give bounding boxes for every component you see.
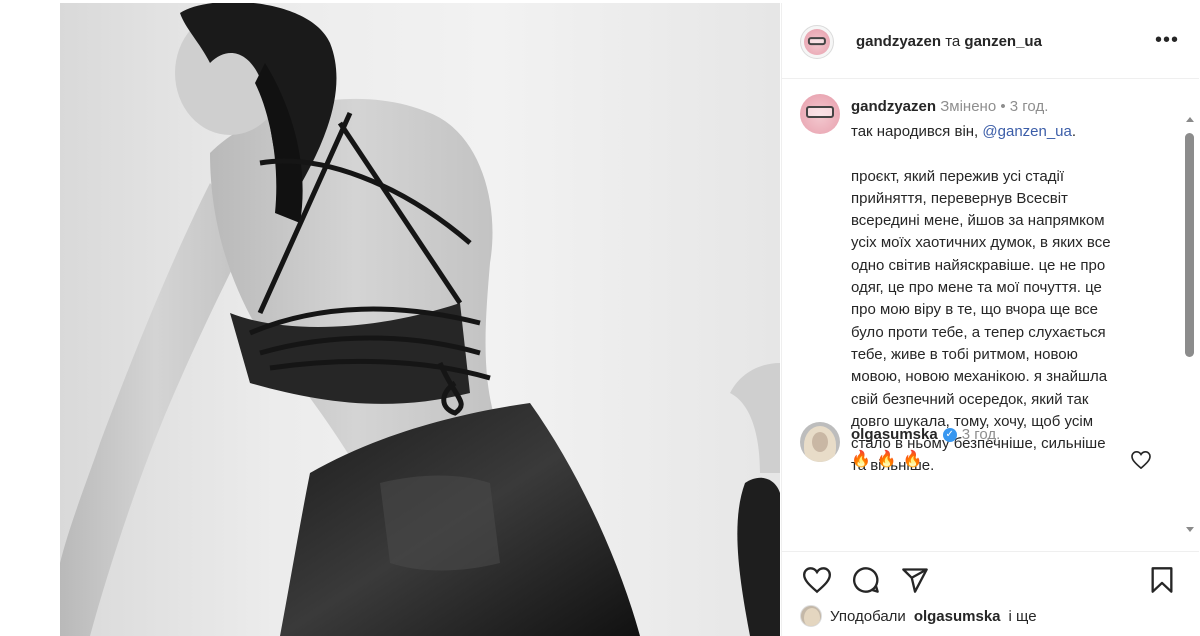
post-authors: gandzyazen та ganzen_ua <box>856 33 1042 50</box>
caption-username-link[interactable]: gandzyazen <box>851 98 936 115</box>
author-username-link[interactable]: gandzyazen <box>856 33 941 50</box>
collaborator-username-link[interactable]: ganzen_ua <box>964 33 1042 50</box>
post-header: gandzyazen та ganzen_ua ••• <box>782 3 1199 79</box>
share-paper-plane-icon[interactable] <box>901 566 929 594</box>
photo-illustration <box>60 3 780 636</box>
comment-like-heart-icon[interactable] <box>1131 450 1151 474</box>
author-avatar[interactable] <box>800 25 834 59</box>
liker-avatar <box>800 605 822 627</box>
more-horizontal-icon[interactable]: ••• <box>1155 30 1179 50</box>
comment-time[interactable]: 3 год. <box>962 426 1001 443</box>
caption-text: так народився він, @ganzen_ua. проєкт, я… <box>851 121 1151 478</box>
scroll-down-arrow-icon[interactable] <box>1186 527 1194 532</box>
scroll-up-arrow-icon[interactable] <box>1186 117 1194 122</box>
caption-avatar[interactable] <box>800 94 840 134</box>
likes-prefix: Уподобали <box>830 607 906 625</box>
likes-summary[interactable]: Уподобали olgasumska і ще <box>800 603 1037 629</box>
glasses-icon <box>806 106 834 119</box>
commenter-avatar[interactable] <box>800 422 840 462</box>
post-photo[interactable] <box>60 3 780 636</box>
comment-text: 🔥🔥🔥 <box>851 451 929 468</box>
scrollbar[interactable] <box>1182 87 1198 543</box>
caption-time[interactable]: 3 год. <box>1010 98 1049 115</box>
likes-suffix[interactable]: і ще <box>1009 608 1037 625</box>
edited-label: Змінено <box>940 98 997 115</box>
comment-meta: olgasumska ✓ 3 год. <box>851 426 1000 443</box>
caption-area: gandzyazen Змінено • 3 год. так народивс… <box>782 80 1199 550</box>
scrollbar-thumb[interactable] <box>1185 133 1194 357</box>
mention-link[interactable]: @ganzen_ua <box>982 123 1071 140</box>
liker-username-link[interactable]: olgasumska <box>914 608 1001 625</box>
post-actions-bar <box>782 551 1199 601</box>
caption-line1-suffix: . <box>1071 123 1077 140</box>
caption-meta: gandzyazen Змінено • 3 год. <box>851 98 1048 115</box>
save-bookmark-icon[interactable] <box>1148 566 1176 594</box>
author-connector: та <box>945 33 961 50</box>
verified-badge-icon: ✓ <box>942 427 957 442</box>
meta-bullet: • <box>1000 98 1006 115</box>
like-heart-icon[interactable] <box>802 566 832 594</box>
comment-bubble-icon[interactable] <box>852 566 880 594</box>
glasses-icon <box>807 37 827 45</box>
caption-line1-prefix: так народився він, <box>851 123 979 140</box>
post-details-panel: gandzyazen та ganzen_ua ••• gandzyazen З… <box>781 3 1199 636</box>
commenter-username-link[interactable]: olgasumska <box>851 426 938 443</box>
